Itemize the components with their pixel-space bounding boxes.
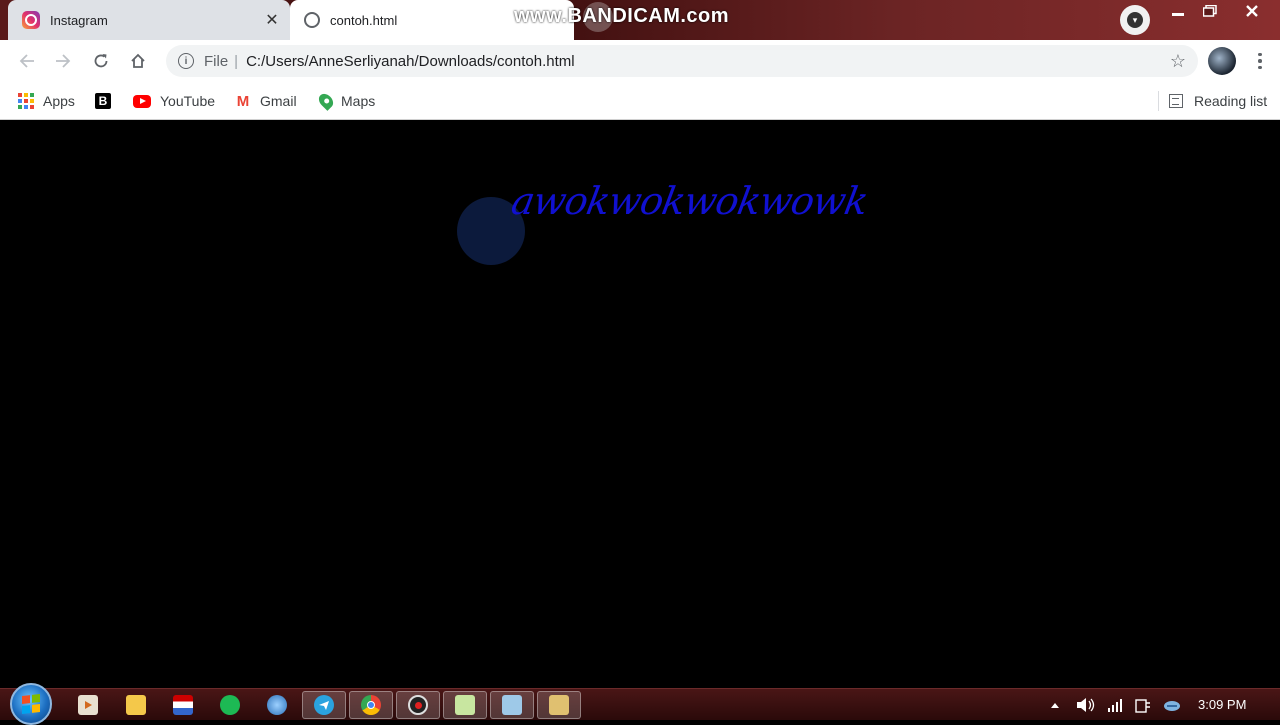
home-icon (131, 53, 145, 68)
back-button[interactable] (12, 46, 42, 76)
forward-button[interactable] (48, 46, 78, 76)
tool-app-icon (549, 695, 569, 715)
minimize-button[interactable] (1162, 0, 1194, 22)
bandicam-watermark: www.BANDICAM.com (514, 5, 730, 27)
divider (1158, 91, 1159, 111)
taskbar-spotify[interactable] (208, 691, 252, 719)
taskbar-chrome[interactable] (349, 691, 393, 719)
recorder-icon (408, 695, 428, 715)
url-separator: | (234, 52, 239, 70)
gmail-icon: M (236, 92, 250, 110)
taskbar-clock[interactable]: 3:09 PM (1198, 697, 1246, 712)
browser-toolbar: i File | C:/Users/AnneSerliyanah/Downloa… (0, 40, 1280, 82)
globe-app-icon (267, 695, 287, 715)
browser-title-bar: Instagram ✕ contoh.html www.BANDICAM.com… (0, 0, 1280, 40)
bookmark-label: Gmail (260, 93, 297, 109)
bookmark-label: Apps (43, 93, 75, 109)
taskbar-window-app[interactable] (490, 691, 534, 719)
bookmark-youtube[interactable]: YouTube (133, 89, 215, 113)
page-content: awokwokwokwowk (0, 121, 1280, 688)
url-text[interactable]: C:/Users/AnneSerliyanah/Downloads/contoh… (246, 53, 575, 70)
close-tab-icon[interactable]: ✕ (260, 8, 284, 32)
more-menu-icon[interactable] (1250, 48, 1270, 74)
minimize-icon (1172, 13, 1184, 16)
flag-icon (173, 695, 193, 715)
app-tray-icon[interactable] (1162, 695, 1182, 715)
notepad-icon (455, 695, 475, 715)
speaker-icon (1077, 698, 1095, 712)
network-tray[interactable] (1107, 695, 1123, 715)
url-scheme-label: File (204, 52, 229, 70)
globe-icon (304, 12, 320, 28)
show-hidden-icons[interactable] (1050, 695, 1060, 715)
cloud-sync-icon (1164, 701, 1180, 711)
battery-icon (1135, 699, 1150, 713)
bookmark-label: YouTube (160, 93, 216, 109)
b-logo-icon: B (95, 93, 111, 109)
taskbar-telegram[interactable] (302, 691, 346, 719)
address-bar[interactable]: i File | C:/Users/AnneSerliyanah/Downloa… (166, 45, 1198, 77)
taskbar-recorder[interactable] (396, 691, 440, 719)
power-tray[interactable] (1134, 695, 1152, 715)
instagram-icon (22, 11, 40, 29)
youtube-icon (133, 94, 151, 108)
signal-icon (1108, 699, 1122, 712)
bookmark-b[interactable]: B (95, 89, 120, 113)
restore-icon (1203, 5, 1217, 17)
volume-tray[interactable] (1076, 695, 1096, 715)
close-icon (1246, 5, 1258, 17)
bookmark-star-icon[interactable]: ☆ (1170, 51, 1186, 72)
window-app-icon (502, 695, 522, 715)
home-button[interactable] (123, 46, 153, 76)
tab-search-button[interactable]: ▾ (1120, 5, 1150, 35)
spotify-icon (220, 695, 240, 715)
info-icon[interactable]: i (178, 53, 194, 69)
bookmark-gmail[interactable]: M Gmail (235, 89, 297, 113)
reading-list-label: Reading list (1194, 93, 1268, 109)
telegram-icon (314, 695, 334, 715)
arrow-left-icon (19, 54, 34, 68)
start-button[interactable] (10, 683, 52, 725)
tab-instagram[interactable]: Instagram ✕ (8, 0, 290, 40)
reading-list-icon (1169, 94, 1183, 108)
taskbar-file-explorer[interactable] (114, 691, 158, 719)
apps-grid-icon (18, 93, 34, 109)
chevron-down-icon: ▾ (1127, 12, 1143, 28)
bookmark-label: Maps (341, 93, 376, 109)
reading-list-button[interactable]: Reading list (1158, 89, 1267, 113)
chevron-up-icon (1051, 703, 1059, 708)
taskbar-media-player[interactable] (66, 691, 110, 719)
taskbar-globe-app[interactable] (255, 691, 299, 719)
arrow-right-icon (56, 54, 71, 68)
close-window-button[interactable] (1228, 0, 1276, 22)
bookmark-apps[interactable]: Apps (18, 89, 75, 113)
bookmark-maps[interactable]: Maps (316, 89, 376, 113)
tab-title: Instagram (50, 12, 108, 28)
reload-icon (94, 54, 108, 68)
maps-icon (316, 91, 336, 111)
taskbar-notepad[interactable] (443, 691, 487, 719)
chrome-icon (361, 695, 381, 715)
profile-avatar[interactable] (1208, 47, 1236, 75)
restore-button[interactable] (1194, 0, 1226, 22)
folder-icon (126, 695, 146, 715)
taskbar-tool-app[interactable] (537, 691, 581, 719)
windows-taskbar: 3:09 PM (0, 683, 1280, 725)
media-player-icon (78, 695, 98, 715)
reload-button[interactable] (86, 46, 116, 76)
bookmarks-bar: Apps B YouTube M Gmail Maps Reading list (0, 82, 1280, 120)
page-heading: awokwokwokwowk (508, 179, 871, 223)
windows-logo-icon (22, 694, 40, 714)
taskbar-flag-app[interactable] (161, 691, 205, 719)
